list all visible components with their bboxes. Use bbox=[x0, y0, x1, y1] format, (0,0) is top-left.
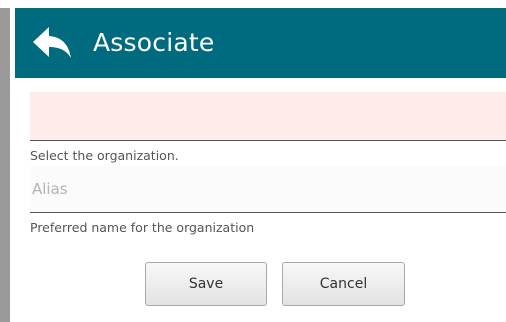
header-bar: Associate bbox=[15, 8, 506, 78]
alias-hint: Preferred name for the organization bbox=[30, 220, 255, 235]
associate-dialog: Associate Select the organization. Prefe… bbox=[0, 0, 506, 322]
reply-arrow-icon[interactable] bbox=[31, 25, 73, 61]
alias-input[interactable] bbox=[30, 166, 506, 213]
page-title: Associate bbox=[93, 28, 215, 57]
organization-hint: Select the organization. bbox=[30, 148, 179, 163]
organization-field[interactable] bbox=[30, 92, 506, 141]
left-border-gap bbox=[0, 0, 10, 8]
cancel-button[interactable]: Cancel bbox=[282, 262, 405, 306]
left-border bbox=[0, 0, 10, 322]
save-button[interactable]: Save bbox=[145, 262, 267, 306]
